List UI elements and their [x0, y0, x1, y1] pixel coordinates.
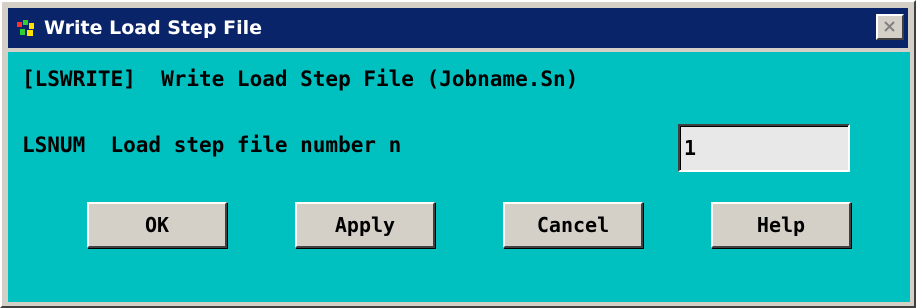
- window-title: Write Load Step File: [44, 17, 263, 39]
- title-bar[interactable]: Write Load Step File: [8, 8, 908, 48]
- apply-button[interactable]: Apply: [295, 202, 435, 248]
- lsnum-input[interactable]: [678, 124, 850, 172]
- ok-button[interactable]: OK: [87, 202, 227, 248]
- dialog-window: Write Load Step File [LSWRITE] Write Loa…: [0, 0, 916, 308]
- lsnum-label: LSNUM Load step file number n: [22, 133, 402, 157]
- help-button[interactable]: Help: [711, 202, 851, 248]
- close-button[interactable]: [876, 14, 904, 40]
- dialog-body: [LSWRITE] Write Load Step File (Jobname.…: [8, 52, 910, 302]
- close-icon: [884, 21, 895, 32]
- command-description: [LSWRITE] Write Load Step File (Jobname.…: [22, 67, 579, 91]
- ansys-app-icon: [17, 20, 34, 36]
- cancel-button[interactable]: Cancel: [503, 202, 643, 248]
